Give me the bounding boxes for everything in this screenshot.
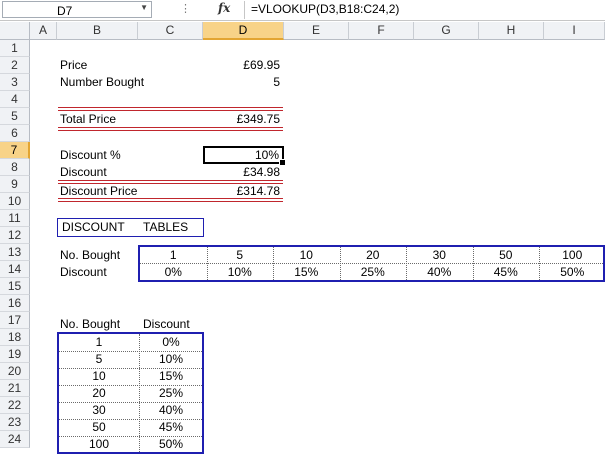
- vt-discount-cell[interactable]: 50%: [140, 436, 202, 453]
- vt-header-disc[interactable]: Discount: [141, 316, 211, 333]
- hz-discount-cell[interactable]: 25%: [340, 264, 407, 281]
- column-header-g[interactable]: G: [414, 22, 479, 40]
- hz-discount-cell[interactable]: 45%: [473, 264, 540, 281]
- row-header-23[interactable]: 23: [0, 414, 30, 431]
- vt-row-divider: [59, 436, 202, 437]
- vt-qty-cell[interactable]: 20: [59, 385, 139, 402]
- vt-discount-cell[interactable]: 40%: [140, 402, 202, 419]
- hz-row1-label[interactable]: No. Bought: [58, 247, 138, 264]
- number-bought-value[interactable]: 5: [203, 74, 283, 91]
- row-header-5[interactable]: 5: [0, 108, 30, 125]
- vt-row-divider: [59, 419, 202, 420]
- column-header-e[interactable]: E: [284, 22, 349, 40]
- row-header-10[interactable]: 10: [0, 193, 30, 210]
- vt-column-divider: [139, 334, 140, 452]
- vt-discount-cell[interactable]: 15%: [140, 368, 202, 385]
- hz-qty-cell[interactable]: 20: [340, 247, 407, 264]
- name-box[interactable]: D7 ▼: [2, 1, 152, 18]
- vt-discount-cell[interactable]: 25%: [140, 385, 202, 402]
- row-header-7[interactable]: 7: [0, 142, 30, 159]
- vt-qty-cell[interactable]: 5: [59, 351, 139, 368]
- column-header-d[interactable]: D: [203, 22, 284, 40]
- row-header-22[interactable]: 22: [0, 397, 30, 414]
- column-header-b[interactable]: B: [57, 22, 138, 40]
- select-all-corner[interactable]: [0, 22, 30, 40]
- vt-qty-cell[interactable]: 10: [59, 368, 139, 385]
- vt-row-divider: [59, 368, 202, 369]
- row-header-3[interactable]: 3: [0, 74, 30, 91]
- price-label[interactable]: Price: [58, 57, 178, 74]
- row-header-9[interactable]: 9: [0, 176, 30, 193]
- formula-bar: D7 ▼ ⋮ fx =VLOOKUP(D3,B18:C24,2): [0, 0, 605, 21]
- name-box-value: D7: [57, 4, 73, 18]
- row-header-16[interactable]: 16: [0, 295, 30, 312]
- row-header-11[interactable]: 11: [0, 210, 30, 227]
- chevron-down-icon[interactable]: ▼: [140, 3, 148, 12]
- total-price-label[interactable]: Total Price: [58, 111, 178, 128]
- discount-pct-value: 10%: [254, 148, 279, 162]
- hz-discount-cell[interactable]: 10%: [207, 264, 274, 281]
- number-bought-label[interactable]: Number Bought: [58, 74, 198, 91]
- vt-qty-cell[interactable]: 100: [59, 436, 139, 453]
- vt-qty-cell[interactable]: 50: [59, 419, 139, 436]
- hz-qty-cell[interactable]: 100: [539, 247, 605, 264]
- column-header-f[interactable]: F: [349, 22, 414, 40]
- discount-label[interactable]: Discount: [58, 164, 178, 181]
- hz-qty-cell[interactable]: 50: [473, 247, 540, 264]
- total-price-value[interactable]: £349.75: [203, 111, 283, 128]
- row-header-8[interactable]: 8: [0, 159, 30, 176]
- column-header-c[interactable]: C: [138, 22, 203, 40]
- row-header-15[interactable]: 15: [0, 278, 30, 295]
- row-header-1[interactable]: 1: [0, 40, 30, 57]
- row-header-2[interactable]: 2: [0, 57, 30, 74]
- row-header-17[interactable]: 17: [0, 312, 30, 329]
- discount-pct-label[interactable]: Discount %: [58, 147, 178, 164]
- splitter-dots-icon[interactable]: ⋮: [180, 2, 192, 15]
- hz-row-divider: [140, 263, 603, 264]
- vt-row-divider: [59, 385, 202, 386]
- insert-function-icon[interactable]: fx: [218, 1, 230, 15]
- row-header-24[interactable]: 24: [0, 431, 30, 448]
- row-header-14[interactable]: 14: [0, 261, 30, 278]
- hz-qty-cell[interactable]: 30: [406, 247, 473, 264]
- row-header-4[interactable]: 4: [0, 91, 30, 108]
- row-header-21[interactable]: 21: [0, 380, 30, 397]
- row-header-6[interactable]: 6: [0, 125, 30, 142]
- row-header-13[interactable]: 13: [0, 244, 30, 261]
- formula-input[interactable]: =VLOOKUP(D3,B18:C24,2): [244, 1, 604, 19]
- row-header-20[interactable]: 20: [0, 363, 30, 380]
- tables-heading-left[interactable]: DISCOUNT: [60, 219, 140, 236]
- total-bottom-rule: [58, 127, 283, 131]
- price-value[interactable]: £69.95: [203, 57, 283, 74]
- column-header-a[interactable]: A: [30, 22, 57, 40]
- hz-discount-cell[interactable]: 50%: [539, 264, 605, 281]
- discount-price-bottom-rule: [58, 198, 283, 202]
- vt-discount-cell[interactable]: 45%: [140, 419, 202, 436]
- active-cell-d7[interactable]: 10%: [203, 146, 286, 166]
- vt-discount-cell[interactable]: 10%: [140, 351, 202, 368]
- column-header-h[interactable]: H: [479, 22, 544, 40]
- hz-qty-cell[interactable]: 5: [207, 247, 274, 264]
- hz-row2-label[interactable]: Discount: [58, 264, 138, 281]
- vt-header-qty[interactable]: No. Bought: [58, 316, 138, 333]
- tables-heading-right[interactable]: TABLES: [141, 219, 201, 236]
- hz-discount-cell[interactable]: 15%: [273, 264, 340, 281]
- discount-value[interactable]: £34.98: [203, 164, 283, 181]
- hz-qty-cell[interactable]: 1: [140, 247, 207, 264]
- vt-row-divider: [59, 402, 202, 403]
- column-header-i[interactable]: I: [544, 22, 605, 40]
- vt-qty-cell[interactable]: 1: [59, 334, 139, 351]
- worksheet-grid[interactable]: Price £69.95 Number Bought 5 Total Price…: [30, 40, 605, 455]
- vt-discount-cell[interactable]: 0%: [140, 334, 202, 351]
- vt-qty-cell[interactable]: 30: [59, 402, 139, 419]
- row-header-12[interactable]: 12: [0, 227, 30, 244]
- hz-qty-cell[interactable]: 10: [273, 247, 340, 264]
- hz-discount-cell[interactable]: 0%: [140, 264, 207, 281]
- hz-discount-cell[interactable]: 40%: [406, 264, 473, 281]
- row-header-19[interactable]: 19: [0, 346, 30, 363]
- row-header-18[interactable]: 18: [0, 329, 30, 346]
- vt-row-divider: [59, 351, 202, 352]
